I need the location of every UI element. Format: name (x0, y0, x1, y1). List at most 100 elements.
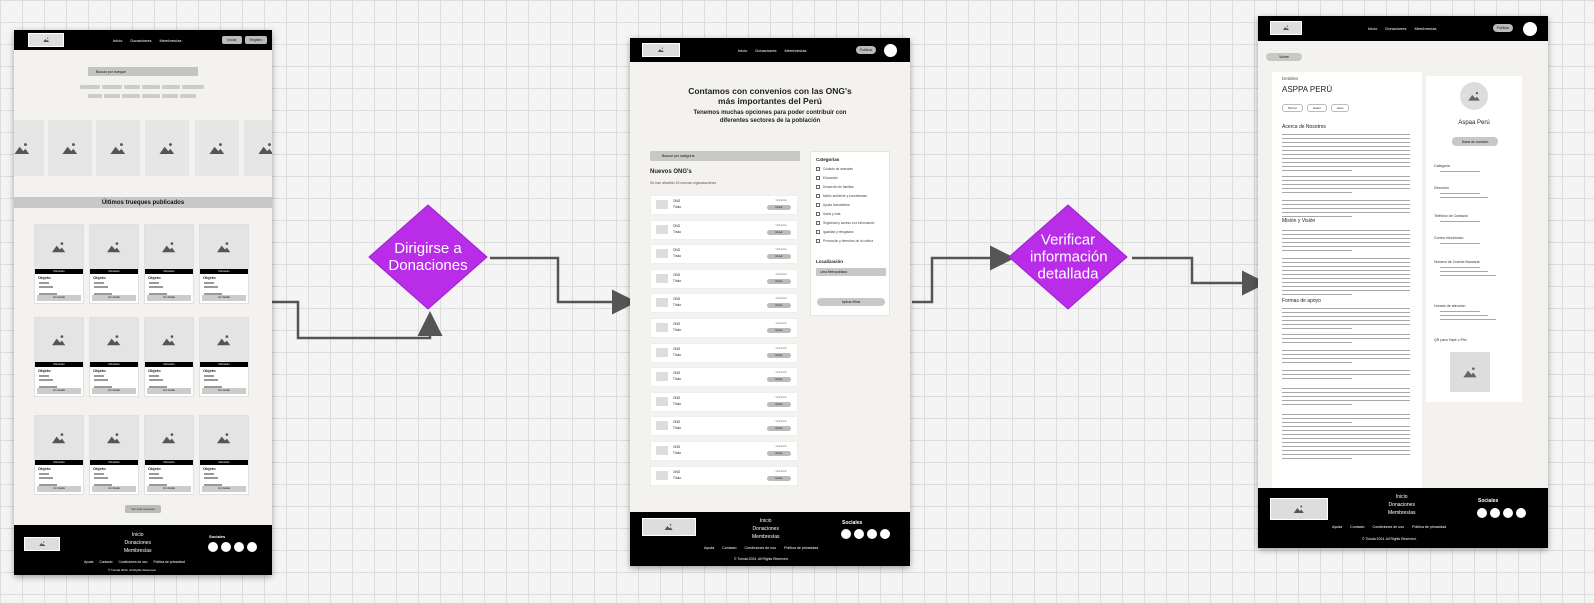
avatar[interactable] (884, 44, 897, 57)
card-detail-button[interactable]: Ver detalle (202, 388, 246, 394)
filter-chip[interactable] (162, 94, 178, 98)
footer-link[interactable]: Membresías (752, 534, 780, 540)
footer-link[interactable]: Inicio (760, 518, 772, 524)
footer-legal-link[interactable]: Ayuda (1332, 525, 1342, 529)
trade-card[interactable]: Ubicación Objeto Ver detalle (89, 415, 139, 495)
category-option[interactable]: Salud y vida (816, 212, 840, 216)
nav-link[interactable]: Membresías (784, 48, 806, 53)
apply-filters-button[interactable]: Aplicar filtros (817, 298, 885, 306)
donate-button[interactable]: Donar (767, 303, 791, 309)
card-detail-button[interactable]: Ver detalle (147, 388, 191, 394)
filter-chip[interactable] (102, 85, 122, 89)
ngo-row[interactable]: ONG Título Ubicación Donar (650, 441, 798, 461)
footer-legal-link[interactable]: Contacto (722, 546, 736, 550)
nav-link[interactable]: Donaciones (130, 38, 151, 43)
trade-card[interactable]: Ubicación Objeto Ver detalle (144, 224, 194, 304)
carousel-item[interactable] (244, 120, 272, 176)
login-button[interactable]: Iniciar (222, 36, 242, 44)
footer-link[interactable]: Inicio (132, 532, 144, 538)
card-detail-button[interactable]: Ver detalle (92, 388, 136, 394)
avatar[interactable] (1523, 22, 1537, 36)
ngo-row[interactable]: ONG Título Ubicación Donar (650, 244, 798, 265)
instagram-icon[interactable] (1477, 508, 1487, 518)
checkbox-icon[interactable] (816, 194, 820, 198)
location-select[interactable]: Lima Metropolitana (816, 268, 886, 276)
footer-legal-link[interactable]: Ayuda (704, 546, 714, 550)
trade-card[interactable]: Ubicación Objeto Ver detalle (199, 415, 249, 495)
carousel-item[interactable] (195, 120, 239, 176)
footer-link[interactable]: Membresías (124, 548, 152, 554)
trade-card[interactable]: Ubicación Objeto Ver detalle (89, 317, 139, 397)
checkbox-icon[interactable] (816, 203, 820, 207)
publish-button[interactable]: Publicar (1493, 24, 1513, 32)
card-detail-button[interactable]: Ver detalle (202, 295, 246, 301)
nav-link[interactable]: Inicio (113, 38, 122, 43)
youtube-icon[interactable] (854, 529, 864, 539)
more-trades-button[interactable]: Ver más trueques (125, 505, 161, 513)
filter-chip[interactable] (104, 94, 120, 98)
carousel-item[interactable] (145, 120, 189, 176)
card-detail-button[interactable]: Ver detalle (37, 486, 81, 492)
ngo-row[interactable]: ONG Título Ubicación Donar (650, 268, 798, 289)
footer-legal-link[interactable]: Condiciones de uso (119, 560, 148, 564)
category-option[interactable]: Seguridad y acceso a la información (816, 221, 874, 225)
checkbox-icon[interactable] (816, 176, 820, 180)
checkbox-icon[interactable] (816, 239, 820, 243)
linkedin-icon[interactable] (234, 542, 244, 552)
carousel-item[interactable] (14, 120, 44, 176)
carousel-item[interactable] (48, 120, 92, 176)
category-option[interactable]: Cuidado de animales (816, 167, 853, 171)
filter-chip[interactable] (180, 94, 196, 98)
trade-card[interactable]: Ubicación Objeto Ver detalle (144, 317, 194, 397)
card-detail-button[interactable]: Ver detalle (92, 486, 136, 492)
filter-chip[interactable] (124, 85, 140, 89)
trade-card[interactable]: Ubicación Objeto Ver detalle (34, 224, 84, 304)
card-detail-button[interactable]: Ver detalle (92, 295, 136, 301)
donate-button[interactable]: Donar (767, 328, 791, 333)
footer-legal-link[interactable]: Política de privacidad (153, 560, 184, 564)
ngo-row[interactable]: ONG Título Ubicación Donar (650, 342, 798, 363)
donate-button[interactable]: Donar (767, 377, 791, 383)
filter-chip[interactable] (122, 94, 140, 98)
footer-legal-link[interactable]: Condiciones de uso (745, 546, 777, 550)
checkbox-icon[interactable] (816, 221, 820, 225)
nav-link[interactable]: Inicio (738, 48, 747, 53)
category-option[interactable]: Promoción y derechos de la cultura (816, 239, 873, 243)
footer-legal-link[interactable]: Contacto (99, 560, 112, 564)
back-button[interactable]: Volver (1266, 53, 1302, 61)
trade-card[interactable]: Ubicación Objeto Ver detalle (199, 224, 249, 304)
footer-legal-link[interactable]: Condiciones de uso (1373, 525, 1405, 529)
ngo-row[interactable]: ONG Título Ubicación Donar (650, 367, 798, 388)
donate-button[interactable]: Donar (767, 352, 791, 358)
donate-button[interactable]: Donar (767, 278, 791, 284)
facebook-icon[interactable] (1516, 508, 1526, 518)
category-option[interactable]: Desarrollo de familias (816, 185, 854, 189)
youtube-icon[interactable] (1490, 508, 1500, 518)
trade-card[interactable]: Ubicación Objeto Ver detalle (89, 224, 139, 304)
trade-card[interactable]: Ubicación Objeto Ver detalle (144, 415, 194, 495)
contact-data-button[interactable]: Datos de contacto (1452, 137, 1498, 146)
nav-link[interactable]: Membresías (159, 38, 181, 43)
ngo-row[interactable]: ONG Título Ubicación Donar (650, 465, 798, 486)
ngo-row[interactable]: ONG Título Ubicación Donar (650, 318, 798, 338)
ngo-row[interactable]: ONG Título Ubicación Donar (650, 416, 798, 437)
register-button[interactable]: Registro (245, 36, 267, 44)
card-detail-button[interactable]: Ver detalle (37, 388, 81, 394)
donate-button[interactable]: Donar (767, 451, 791, 456)
footer-legal-link[interactable]: Ayuda (84, 560, 93, 564)
footer-link[interactable]: Inicio (1396, 494, 1408, 500)
donate-button[interactable]: Donar (767, 229, 791, 235)
ngo-row[interactable]: ONG Título Ubicación Donar (650, 293, 798, 314)
tab-chip[interactable]: Perros (1282, 104, 1303, 112)
nav-link[interactable]: Membresías (1414, 26, 1436, 31)
donate-button[interactable]: Donar (767, 475, 791, 481)
footer-link[interactable]: Donaciones (1389, 502, 1415, 508)
card-detail-button[interactable]: Ver detalle (147, 295, 191, 301)
category-option[interactable]: Ayuda humanitaria (816, 203, 850, 207)
filter-chip[interactable] (80, 85, 100, 89)
card-detail-button[interactable]: Ver detalle (37, 295, 81, 301)
footer-link[interactable]: Donaciones (125, 540, 151, 546)
footer-link[interactable]: Membresías (1388, 510, 1416, 516)
tab-chip[interactable]: Aves (1330, 104, 1350, 112)
donations-search-input[interactable]: Buscar por categoría (650, 151, 800, 161)
